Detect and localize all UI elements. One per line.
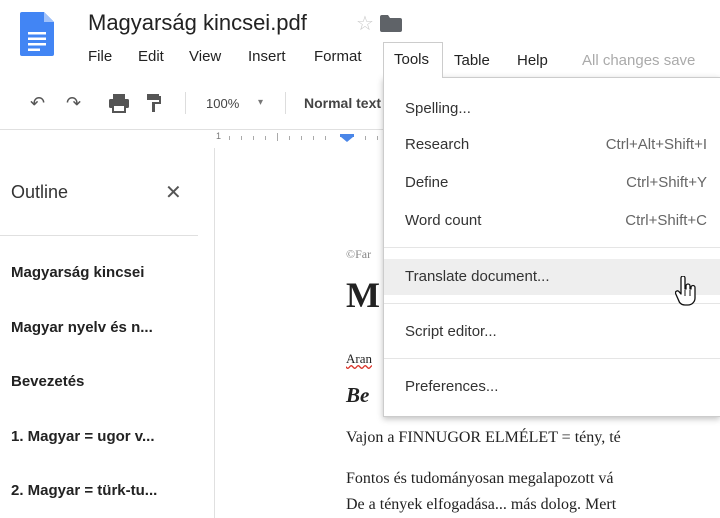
menu-item-shortcut: Ctrl+Alt+Shift+I	[605, 136, 707, 153]
section-heading: Be	[346, 383, 370, 407]
menu-item-label: Preferences...	[405, 378, 499, 395]
paint-format-icon[interactable]	[146, 93, 162, 113]
toolbar-divider	[285, 92, 286, 114]
ruler-tick	[277, 133, 278, 141]
menu-item-research[interactable]: Research Ctrl+Alt+Shift+I	[384, 127, 720, 163]
print-icon[interactable]	[108, 93, 130, 113]
ruler-tick	[377, 136, 378, 140]
menu-item-shortcut: Ctrl+Shift+Y	[626, 174, 707, 191]
zoom-select[interactable]: 100%	[206, 96, 239, 111]
star-icon[interactable]: ☆	[356, 11, 374, 36]
document-heading: M	[346, 275, 380, 315]
menu-help[interactable]: Help	[517, 52, 548, 69]
menu-edit[interactable]: Edit	[138, 48, 164, 65]
copyright-text: ©Far	[346, 247, 372, 261]
menu-separator	[384, 247, 720, 248]
menu-separator	[384, 303, 720, 304]
outline-item[interactable]: Magyar nyelv és n...	[11, 319, 153, 336]
menu-item-label: Word count	[405, 212, 482, 229]
menu-file[interactable]: File	[88, 48, 112, 65]
menu-item-label: Spelling...	[405, 100, 471, 117]
ruler-tick	[265, 136, 266, 140]
menu-item-script-editor[interactable]: Script editor...	[384, 314, 720, 350]
outline-item[interactable]: Bevezetés	[11, 373, 84, 390]
menu-insert[interactable]: Insert	[248, 48, 286, 65]
menu-item-label: Research	[405, 136, 470, 153]
menu-item-label: Script editor...	[405, 323, 497, 340]
menu-view[interactable]: View	[189, 48, 221, 65]
save-status: All changes save	[582, 52, 696, 69]
paragraph-line: De a tények elfogadása... más dolog. Mer…	[346, 496, 617, 513]
paragraph-line: Vajon a FINNUGOR ELMÉLET = tény, té	[346, 429, 621, 446]
document-title[interactable]: Magyarság kincsei.pdf	[88, 10, 307, 36]
menu-item-define[interactable]: Define Ctrl+Shift+Y	[384, 165, 720, 201]
ruler-tick	[301, 136, 302, 140]
menu-item-preferences[interactable]: Preferences...	[384, 369, 720, 405]
ruler-tick	[325, 136, 326, 140]
menu-item-word-count[interactable]: Word count Ctrl+Shift+C	[384, 203, 720, 239]
outline-divider	[0, 235, 198, 236]
menu-item-spelling[interactable]: Spelling...	[384, 91, 720, 127]
menu-item-label: Define	[405, 174, 449, 191]
paragraph-line: Fontos és tudományosan megalapozott vá	[346, 470, 614, 487]
ruler-tick	[313, 136, 314, 140]
outline-item[interactable]: 2. Magyar = türk-tu...	[11, 482, 157, 499]
hand-cursor-icon	[675, 276, 696, 306]
toolbar-divider	[185, 92, 186, 114]
outline-item[interactable]: Magyarság kincsei	[11, 264, 144, 281]
ruler-tick	[229, 136, 230, 140]
folder-icon[interactable]	[380, 15, 402, 32]
menu-item-label: Translate document...	[405, 268, 550, 285]
style-select[interactable]: Normal text	[304, 95, 381, 111]
menu-tools[interactable]: Tools	[383, 42, 443, 78]
menu-format[interactable]: Format	[314, 48, 362, 65]
ruler-tick	[365, 136, 366, 140]
outline-title: Outline	[11, 182, 69, 202]
outline-item[interactable]: 1. Magyar = ugor v...	[11, 428, 155, 445]
menu-separator	[384, 358, 720, 359]
menu-tools-label: Tools	[394, 51, 430, 68]
tools-menu-dropdown: Spelling... Research Ctrl+Alt+Shift+I De…	[383, 77, 720, 417]
author-text: Aran	[346, 351, 372, 366]
zoom-caret-icon[interactable]: ▾	[258, 97, 263, 108]
ruler-tick	[241, 136, 242, 140]
menu-item-translate-document[interactable]: Translate document...	[384, 259, 720, 295]
redo-icon[interactable]: ↷	[66, 93, 81, 113]
outline-panel: Outline ✕ Magyarság kincsei Magyar nyelv…	[0, 148, 215, 518]
ruler-tick	[289, 136, 290, 140]
menu-item-shortcut: Ctrl+Shift+C	[625, 212, 707, 229]
ruler-number: 1	[216, 131, 222, 141]
docs-logo-icon[interactable]	[20, 12, 54, 56]
ruler-tick	[253, 136, 254, 140]
close-icon[interactable]: ✕	[165, 180, 182, 205]
indent-marker-icon[interactable]	[340, 134, 354, 142]
menu-table[interactable]: Table	[454, 52, 490, 69]
ruler[interactable]: 1	[215, 130, 390, 148]
undo-icon[interactable]: ↶	[30, 93, 45, 113]
